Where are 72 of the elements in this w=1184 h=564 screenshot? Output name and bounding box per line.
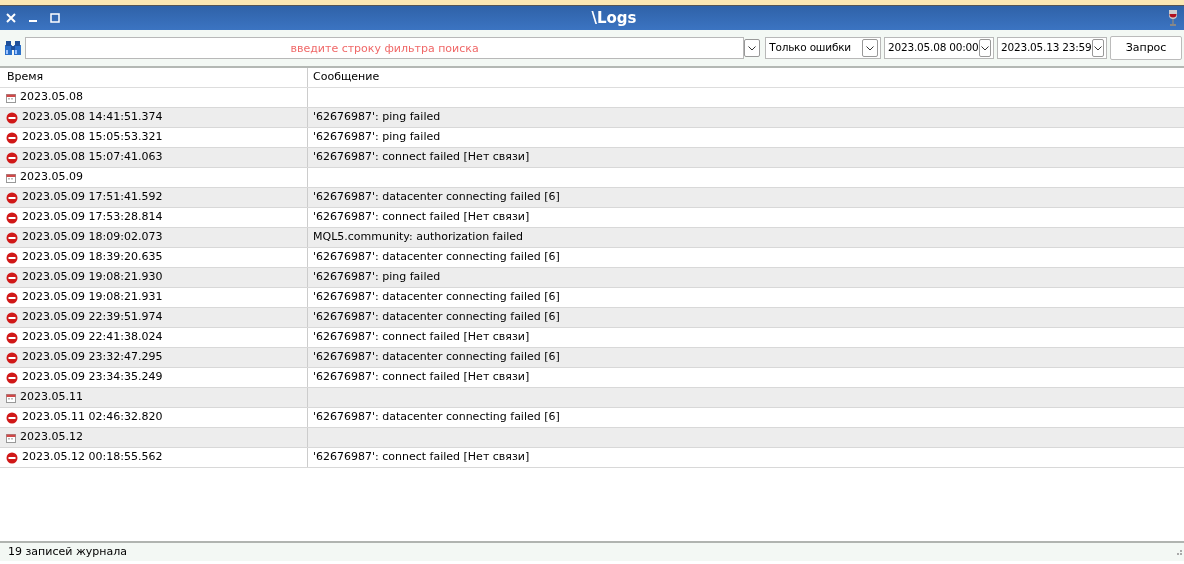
binoculars-icon[interactable]: [4, 40, 22, 56]
status-text: 19 записей журнала: [8, 543, 127, 560]
message-cell: '62676987': connect failed [Нет связи]: [313, 329, 530, 346]
date-cell: 2023.05.08: [20, 89, 83, 106]
dropdown-button[interactable]: [744, 39, 761, 57]
time-cell: 2023.05.08 14:41:51.374: [22, 109, 163, 126]
message-cell: '62676987': connect failed [Нет связи]: [313, 149, 530, 166]
error-icon: [6, 191, 18, 204]
error-icon: [6, 251, 18, 264]
time-cell: 2023.05.08 15:05:53.321: [22, 129, 163, 146]
message-cell: '62676987': ping failed: [313, 109, 441, 126]
filter-dropdown[interactable]: Только ошибки: [765, 37, 882, 59]
message-cell: '62676987': datacenter connecting failed [6]: [313, 349, 560, 366]
error-icon: [6, 151, 18, 164]
calendar-icon: [6, 92, 16, 103]
error-icon: [6, 291, 18, 304]
time-cell: 2023.05.09 23:32:47.295: [22, 349, 163, 366]
calendar-icon: [6, 172, 16, 183]
message-cell: '62676987': connect failed [Нет связи]: [313, 369, 530, 386]
time-cell: 2023.05.12 00:18:55.562: [22, 449, 163, 466]
error-icon: [6, 451, 18, 464]
error-icon: [6, 211, 18, 224]
error-icon: [6, 131, 18, 144]
time-cell: 2023.05.09 17:53:28.814: [22, 209, 163, 226]
date-cell: 2023.05.09: [20, 169, 83, 186]
time-cell: 2023.05.09 23:34:35.249: [22, 369, 163, 386]
chevron-icon: [980, 45, 989, 51]
time-cell: 2023.05.09 19:08:21.931: [22, 289, 163, 306]
time-cell: 2023.05.11 02:46:32.820: [22, 409, 163, 426]
error-icon: [6, 311, 18, 324]
message-cell: '62676987': datacenter connecting failed [6]: [313, 409, 560, 426]
time-cell: 2023.05.09 18:09:02.073: [22, 229, 163, 246]
column-header[interactable]: Сообщение: [313, 69, 380, 86]
column-header[interactable]: Время: [7, 69, 44, 86]
date-cell: 2023.05.11: [20, 389, 83, 406]
message-cell: '62676987': connect failed [Нет связи]: [313, 209, 530, 226]
calendar-icon: [6, 392, 16, 403]
time-cell: 2023.05.08 15:07:41.063: [22, 149, 163, 166]
message-cell: '62676987': ping failed: [313, 129, 441, 146]
error-icon: [6, 331, 18, 344]
resize-grip-icon[interactable]: [1174, 548, 1182, 556]
message-cell: '62676987': datacenter connecting failed [6]: [313, 249, 560, 266]
date-to-field[interactable]: 2023.05.13 23:59: [997, 37, 1108, 59]
chevron-icon: [1093, 45, 1102, 51]
time-cell: 2023.05.09 19:08:21.930: [22, 269, 163, 286]
error-icon: [6, 371, 18, 384]
search-field[interactable]: введите строку фильтра поиска: [25, 37, 745, 59]
date-cell: 2023.05.12: [20, 429, 83, 446]
error-icon: [6, 111, 18, 124]
message-cell: '62676987': connect failed [Нет связи]: [313, 449, 530, 466]
calendar-icon: [6, 432, 16, 443]
message-cell: '62676987': datacenter connecting failed [6]: [313, 189, 560, 206]
error-icon: [6, 411, 18, 424]
date-from-field[interactable]: 2023.05.08 00:00: [884, 37, 995, 59]
message-cell: '62676987': datacenter connecting failed [6]: [313, 289, 560, 306]
message-cell: '62676987': datacenter connecting failed [6]: [313, 309, 560, 326]
error-icon: [6, 351, 18, 364]
message-cell: MQL5.community: authorization failed: [313, 229, 524, 246]
close-icon[interactable]: [6, 13, 16, 23]
window-title: \Logs: [590, 7, 638, 29]
query-button[interactable]: Запрос: [1110, 36, 1182, 60]
message-cell: '62676987': ping failed: [313, 269, 441, 286]
error-icon: [6, 271, 18, 284]
time-cell: 2023.05.09 18:39:20.635: [22, 249, 163, 266]
wine-glass-icon: [1168, 9, 1178, 27]
time-cell: 2023.05.09 22:41:38.024: [22, 329, 163, 346]
time-cell: 2023.05.09 17:51:41.592: [22, 189, 163, 206]
chevron-icon: [866, 45, 875, 51]
time-cell: 2023.05.09 22:39:51.974: [22, 309, 163, 326]
maximize-icon[interactable]: [50, 13, 60, 23]
error-icon: [6, 231, 18, 244]
chevron-icon: [748, 45, 757, 51]
